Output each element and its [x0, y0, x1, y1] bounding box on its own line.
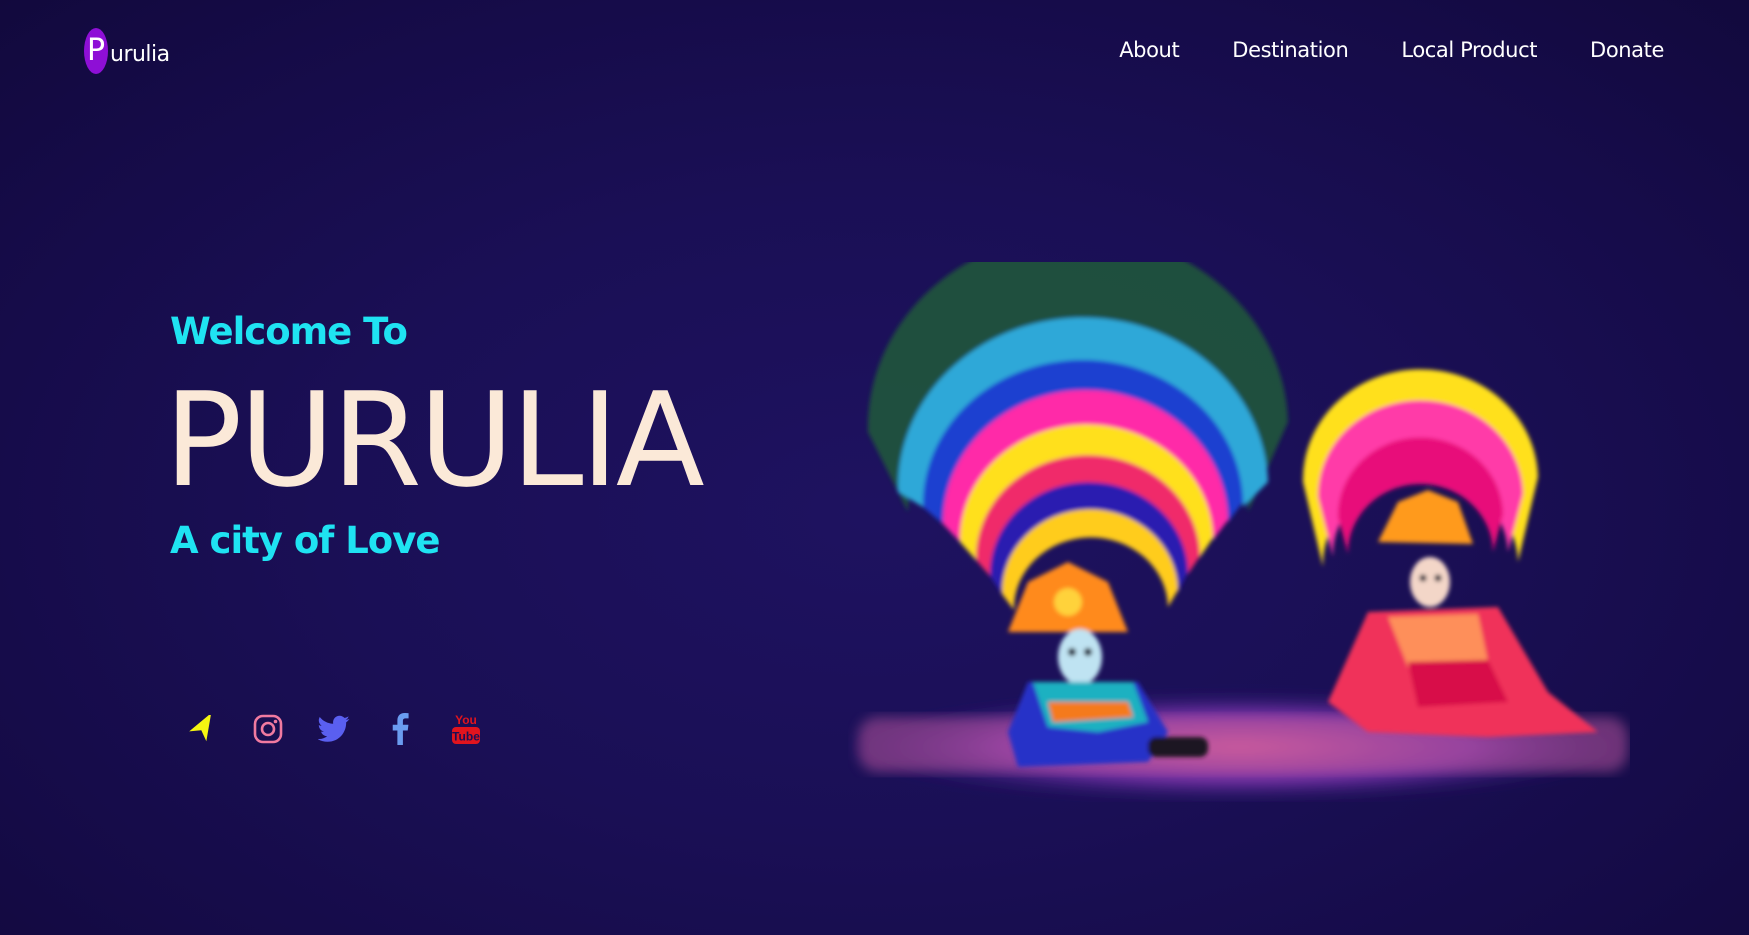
- twitter-icon[interactable]: [317, 712, 351, 746]
- nav-links: About Destination Local Product Donate: [1119, 38, 1664, 62]
- nav-link-about[interactable]: About: [1119, 38, 1179, 62]
- logo[interactable]: P urulia: [84, 28, 170, 74]
- tagline: A city of Love: [170, 519, 440, 562]
- nav-link-local-product[interactable]: Local Product: [1401, 38, 1537, 62]
- hero-text: Welcome To PURULIA A city of Love: [164, 310, 705, 562]
- page-title: PURULIA: [164, 364, 705, 516]
- logo-text: urulia: [110, 42, 170, 67]
- instagram-icon[interactable]: [251, 712, 285, 746]
- facebook-icon[interactable]: [383, 712, 417, 746]
- left-dancer: [867, 233, 1288, 767]
- social-links: You Tube: [185, 712, 483, 746]
- youtube-label-bottom: Tube: [452, 730, 480, 744]
- chhau-dancers-image: [843, 233, 1633, 802]
- navbar: P urulia About Destination Local Product…: [0, 0, 1749, 110]
- location-arrow-icon[interactable]: [185, 712, 219, 746]
- nav-link-destination[interactable]: Destination: [1232, 38, 1349, 62]
- logo-initial: P: [84, 28, 108, 74]
- right-dancer: [1302, 369, 1598, 737]
- youtube-icon[interactable]: You Tube: [449, 712, 483, 746]
- nav-link-donate[interactable]: Donate: [1590, 38, 1664, 62]
- welcome-heading: Welcome To: [170, 310, 408, 353]
- youtube-label-top: You: [455, 713, 477, 727]
